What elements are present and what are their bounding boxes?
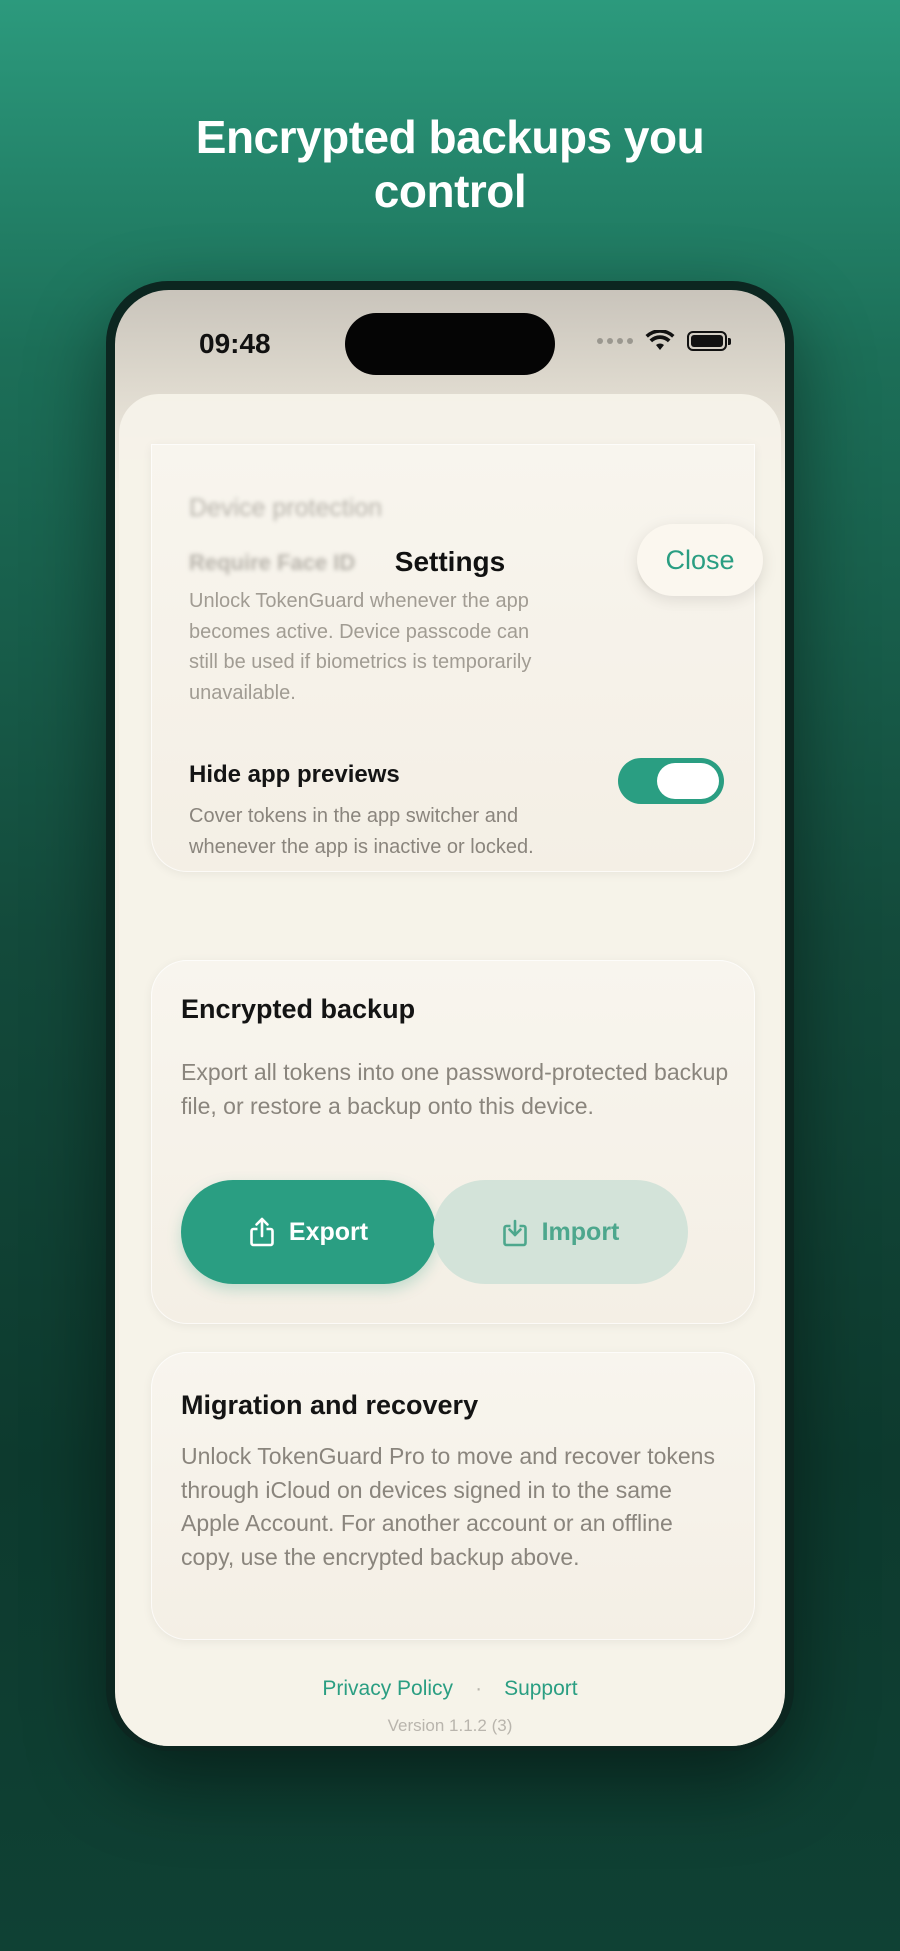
share-icon bbox=[250, 1217, 274, 1247]
support-link[interactable]: Support bbox=[504, 1677, 578, 1701]
toggle-knob bbox=[657, 763, 719, 799]
settings-sheet: Device protection Require Face ID Unlock… bbox=[119, 394, 781, 1746]
face-id-description: Unlock TokenGuard whenever the app becom… bbox=[189, 590, 532, 704]
import-button[interactable]: Import bbox=[433, 1180, 688, 1284]
footer-links: Privacy Policy · Support bbox=[119, 1677, 781, 1701]
wifi-icon bbox=[645, 330, 675, 350]
migration-description: Unlock TokenGuard Pro to move and recove… bbox=[181, 1443, 715, 1570]
migration-card: Migration and recovery Unlock TokenGuard… bbox=[151, 1352, 755, 1640]
backup-title: Encrypted backup bbox=[181, 994, 416, 1024]
status-icons bbox=[597, 330, 731, 352]
device-protection-title: Device protection bbox=[189, 494, 383, 522]
battery-icon bbox=[687, 331, 731, 351]
privacy-policy-link[interactable]: Privacy Policy bbox=[322, 1677, 453, 1701]
version-label: Version 1.1.2 (3) bbox=[387, 1716, 513, 1735]
headline-line-1: Encrypted backups you bbox=[195, 111, 705, 163]
phone-screen: 09:48 Device protection Require Face ID … bbox=[115, 290, 785, 1746]
headline-line-2: control bbox=[373, 165, 527, 217]
export-label: Export bbox=[288, 1217, 369, 1246]
export-button[interactable]: Export bbox=[181, 1180, 436, 1284]
footer-separator: · bbox=[475, 1677, 483, 1700]
encrypted-backup-card: Encrypted backup Export all tokens into … bbox=[151, 960, 755, 1324]
backup-description: Export all tokens into one password-prot… bbox=[181, 1059, 729, 1119]
dynamic-island bbox=[345, 313, 555, 375]
migration-title: Migration and recovery bbox=[181, 1390, 479, 1420]
download-icon bbox=[502, 1219, 527, 1247]
hide-previews-description: Cover tokens in the app switcher and whe… bbox=[189, 805, 534, 858]
hide-previews-toggle[interactable] bbox=[618, 758, 724, 804]
status-time: 09:48 bbox=[199, 328, 271, 359]
hide-previews-label: Hide app previews bbox=[189, 761, 400, 788]
marketing-headline: Encrypted backups you control bbox=[0, 110, 900, 218]
import-label: Import bbox=[541, 1217, 620, 1246]
signal-icon bbox=[597, 338, 633, 344]
close-button[interactable]: Close bbox=[637, 524, 763, 596]
